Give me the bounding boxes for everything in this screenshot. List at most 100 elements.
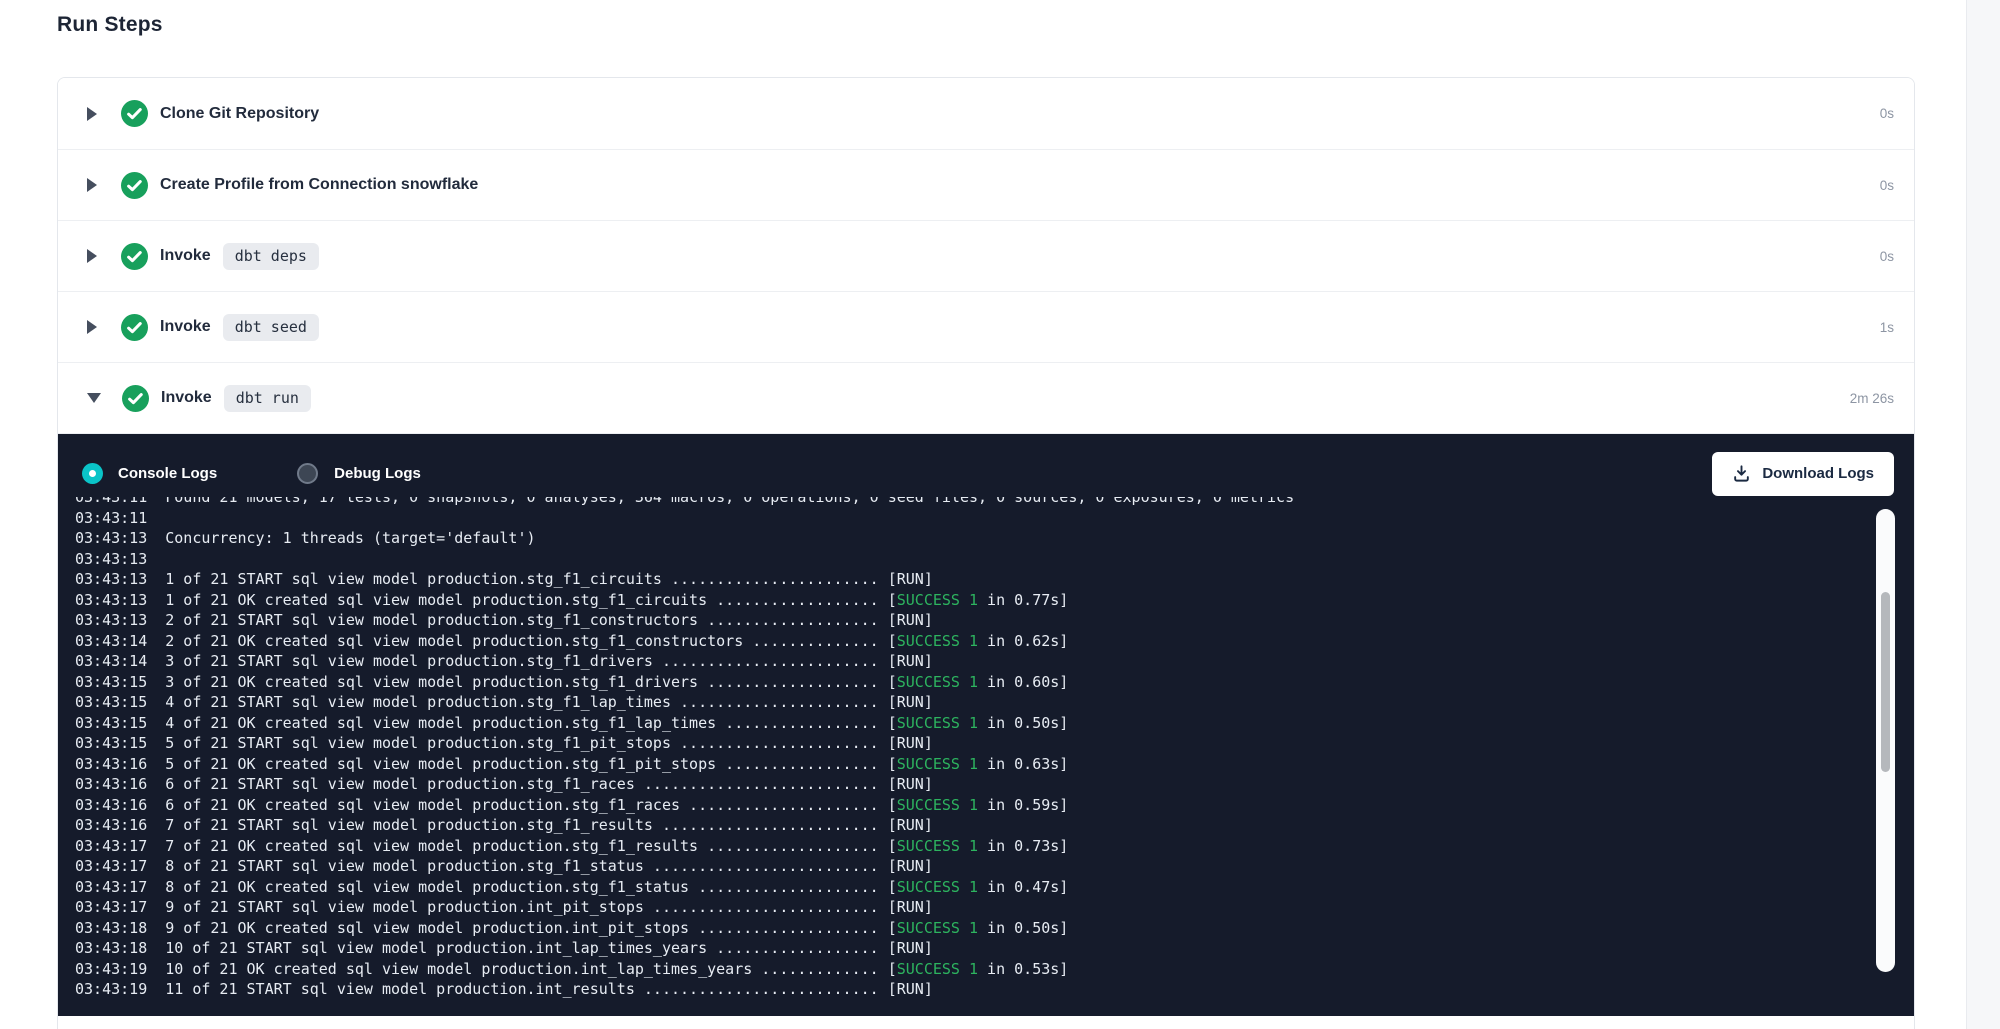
log-message: 7 of 21 OK created sql view model produc… (165, 837, 897, 855)
log-timestamp: 03:43:19 (75, 960, 147, 978)
chevron-down-icon[interactable] (87, 393, 101, 403)
run-steps-card: Clone Git Repository 0s Create Profile f… (57, 77, 1915, 1029)
log-timestamp: 03:43:16 (75, 816, 147, 834)
log-timestamp: 03:43:15 (75, 693, 147, 711)
log-timestamp: 03:43:18 (75, 919, 147, 937)
log-message: 3 of 21 START sql view model production.… (165, 652, 933, 670)
log-message: 2 of 21 OK created sql view model produc… (165, 632, 897, 650)
log-line: 03:43:11 Found 21 models, 17 tests, 0 sna… (75, 497, 1868, 508)
log-line: 03:43:11 (75, 508, 1868, 529)
step-row-clone-git-repository[interactable]: Clone Git Repository 0s (58, 78, 1914, 149)
log-message-suffix: in 0.47s] (978, 878, 1068, 896)
log-message-suffix: in 0.50s] (978, 919, 1068, 937)
console-scrollbar-thumb[interactable] (1881, 592, 1890, 772)
log-line: 03:43:14 2 of 21 OK created sql view mode… (75, 631, 1868, 652)
log-message: 9 of 21 OK created sql view model produc… (165, 919, 897, 937)
success-check-icon (122, 385, 149, 412)
log-line: 03:43:19 11 of 21 START sql view model pr… (75, 979, 1868, 1000)
log-timestamp: 03:43:18 (75, 939, 147, 957)
success-check-icon (121, 100, 148, 127)
chevron-right-icon[interactable] (87, 249, 97, 263)
log-message: 8 of 21 START sql view model production.… (165, 857, 933, 875)
log-timestamp: 03:43:14 (75, 632, 147, 650)
log-timestamp: 03:43:16 (75, 796, 147, 814)
log-timestamp: 03:43:17 (75, 857, 147, 875)
console-header: Console Logs Debug Logs Download Logs (58, 434, 1914, 496)
log-message-suffix: in 0.77s] (978, 591, 1068, 609)
log-message: 1 of 21 OK created sql view model produc… (165, 591, 897, 609)
log-message: 7 of 21 START sql view model production.… (165, 816, 933, 834)
radio-unselected-icon[interactable] (297, 463, 318, 484)
log-timestamp: 03:43:16 (75, 775, 147, 793)
log-line: 03:43:178 of 21 OK created sql view mode… (75, 877, 1868, 898)
command-badge: dbt seed (223, 314, 319, 341)
step-row-invoke-dbt-seed[interactable]: Invoke dbt seed 1s (58, 291, 1914, 362)
step-duration: 0s (1880, 106, 1894, 121)
log-message: 10 of 21 OK created sql view model produ… (165, 960, 897, 978)
log-message: 10 of 21 START sql view model production… (165, 939, 933, 957)
log-line: 03:43:153 of 21 OK created sql view mode… (75, 672, 1868, 693)
log-timestamp: 03:43:15 (75, 714, 147, 732)
step-label: Invoke (160, 247, 211, 265)
page-right-gutter (1966, 0, 2000, 1029)
log-success-status: SUCCESS 1 (897, 960, 978, 978)
log-timestamp: 03:43:11 (75, 497, 147, 506)
log-message-suffix: in 0.63s] (978, 755, 1068, 773)
console-logs-radio[interactable]: Console Logs (82, 463, 217, 484)
chevron-right-icon[interactable] (87, 107, 97, 121)
log-message-suffix: in 0.50s] (978, 714, 1068, 732)
log-line: 03:43:16 6 of 21 OK created sql view mode… (75, 795, 1868, 816)
chevron-right-icon[interactable] (87, 320, 97, 334)
download-logs-button[interactable]: Download Logs (1712, 452, 1894, 496)
step-label: Clone Git Repository (160, 105, 319, 123)
success-check-icon (121, 172, 148, 199)
log-line: 03:43:18 9 of 21 OK created sql view mode… (75, 918, 1868, 939)
log-message: 11 of 21 START sql view model production… (165, 980, 933, 998)
log-message: 5 of 21 START sql view model production.… (165, 734, 933, 752)
log-line: 03:43:132 of 21 START sql view model pro… (75, 610, 1868, 631)
log-timestamp: 03:43:13 (75, 550, 147, 568)
step-label: Create Profile from Connection snowflake (160, 176, 478, 194)
step-duration: 2m 26s (1850, 391, 1894, 406)
log-message: Found 21 models, 17 tests, 0 snapshots, … (165, 497, 1294, 506)
success-check-icon (121, 243, 148, 270)
log-success-status: SUCCESS 1 (897, 796, 978, 814)
log-message: 6 of 21 START sql view model production.… (165, 775, 933, 793)
log-message: 6 of 21 OK created sql view model produc… (165, 796, 897, 814)
log-message: 3 of 21 OK created sql view model produc… (165, 673, 897, 691)
log-line: 03:43:15 5 of 21 START sql view model pro… (75, 733, 1868, 754)
page-title: Run Steps (57, 13, 163, 37)
log-message-suffix: in 0.59s] (978, 796, 1068, 814)
log-line: 03:43:165 of 21 OK created sql view mode… (75, 754, 1868, 775)
chevron-right-icon[interactable] (87, 178, 97, 192)
log-timestamp: 03:43:17 (75, 837, 147, 855)
log-success-status: SUCCESS 1 (897, 673, 978, 691)
step-row-invoke-dbt-run[interactable]: Invoke dbt run 2m 26s (58, 362, 1914, 433)
debug-logs-label: Debug Logs (334, 465, 421, 482)
download-logs-label: Download Logs (1762, 465, 1874, 482)
log-timestamp: 03:43:13 (75, 611, 147, 629)
log-success-status: SUCCESS 1 (897, 919, 978, 937)
log-timestamp: 03:43:13 (75, 570, 147, 588)
log-line: 03:43:19 10 of 21 OK created sql view mod… (75, 959, 1868, 980)
step-row-invoke-dbt-deps[interactable]: Invoke dbt deps 0s (58, 220, 1914, 291)
log-timestamp: 03:43:15 (75, 734, 147, 752)
log-line: 03:43:17 8 of 21 START sql view model pro… (75, 856, 1868, 877)
log-message-suffix: in 0.53s] (978, 960, 1068, 978)
debug-logs-radio[interactable]: Debug Logs (297, 463, 421, 484)
step-row-create-profile[interactable]: Create Profile from Connection snowflake… (58, 149, 1914, 220)
log-timestamp: 03:43:19 (75, 980, 147, 998)
radio-selected-icon[interactable] (82, 463, 103, 484)
console-scrollbar-track[interactable] (1876, 509, 1895, 972)
log-line: 03:43:18 10 of 21 START sql view model pr… (75, 938, 1868, 959)
log-message: 9 of 21 START sql view model production.… (165, 898, 933, 916)
log-line: 03:43:13 (75, 549, 1868, 570)
log-message: Concurrency: 1 threads (target='default'… (165, 529, 535, 547)
step-duration: 0s (1880, 178, 1894, 193)
success-check-icon (121, 314, 148, 341)
log-success-status: SUCCESS 1 (897, 755, 978, 773)
log-message-suffix: in 0.62s] (978, 632, 1068, 650)
log-timestamp: 03:43:11 (75, 509, 147, 527)
log-message-suffix: in 0.60s] (978, 673, 1068, 691)
download-icon (1732, 464, 1751, 483)
